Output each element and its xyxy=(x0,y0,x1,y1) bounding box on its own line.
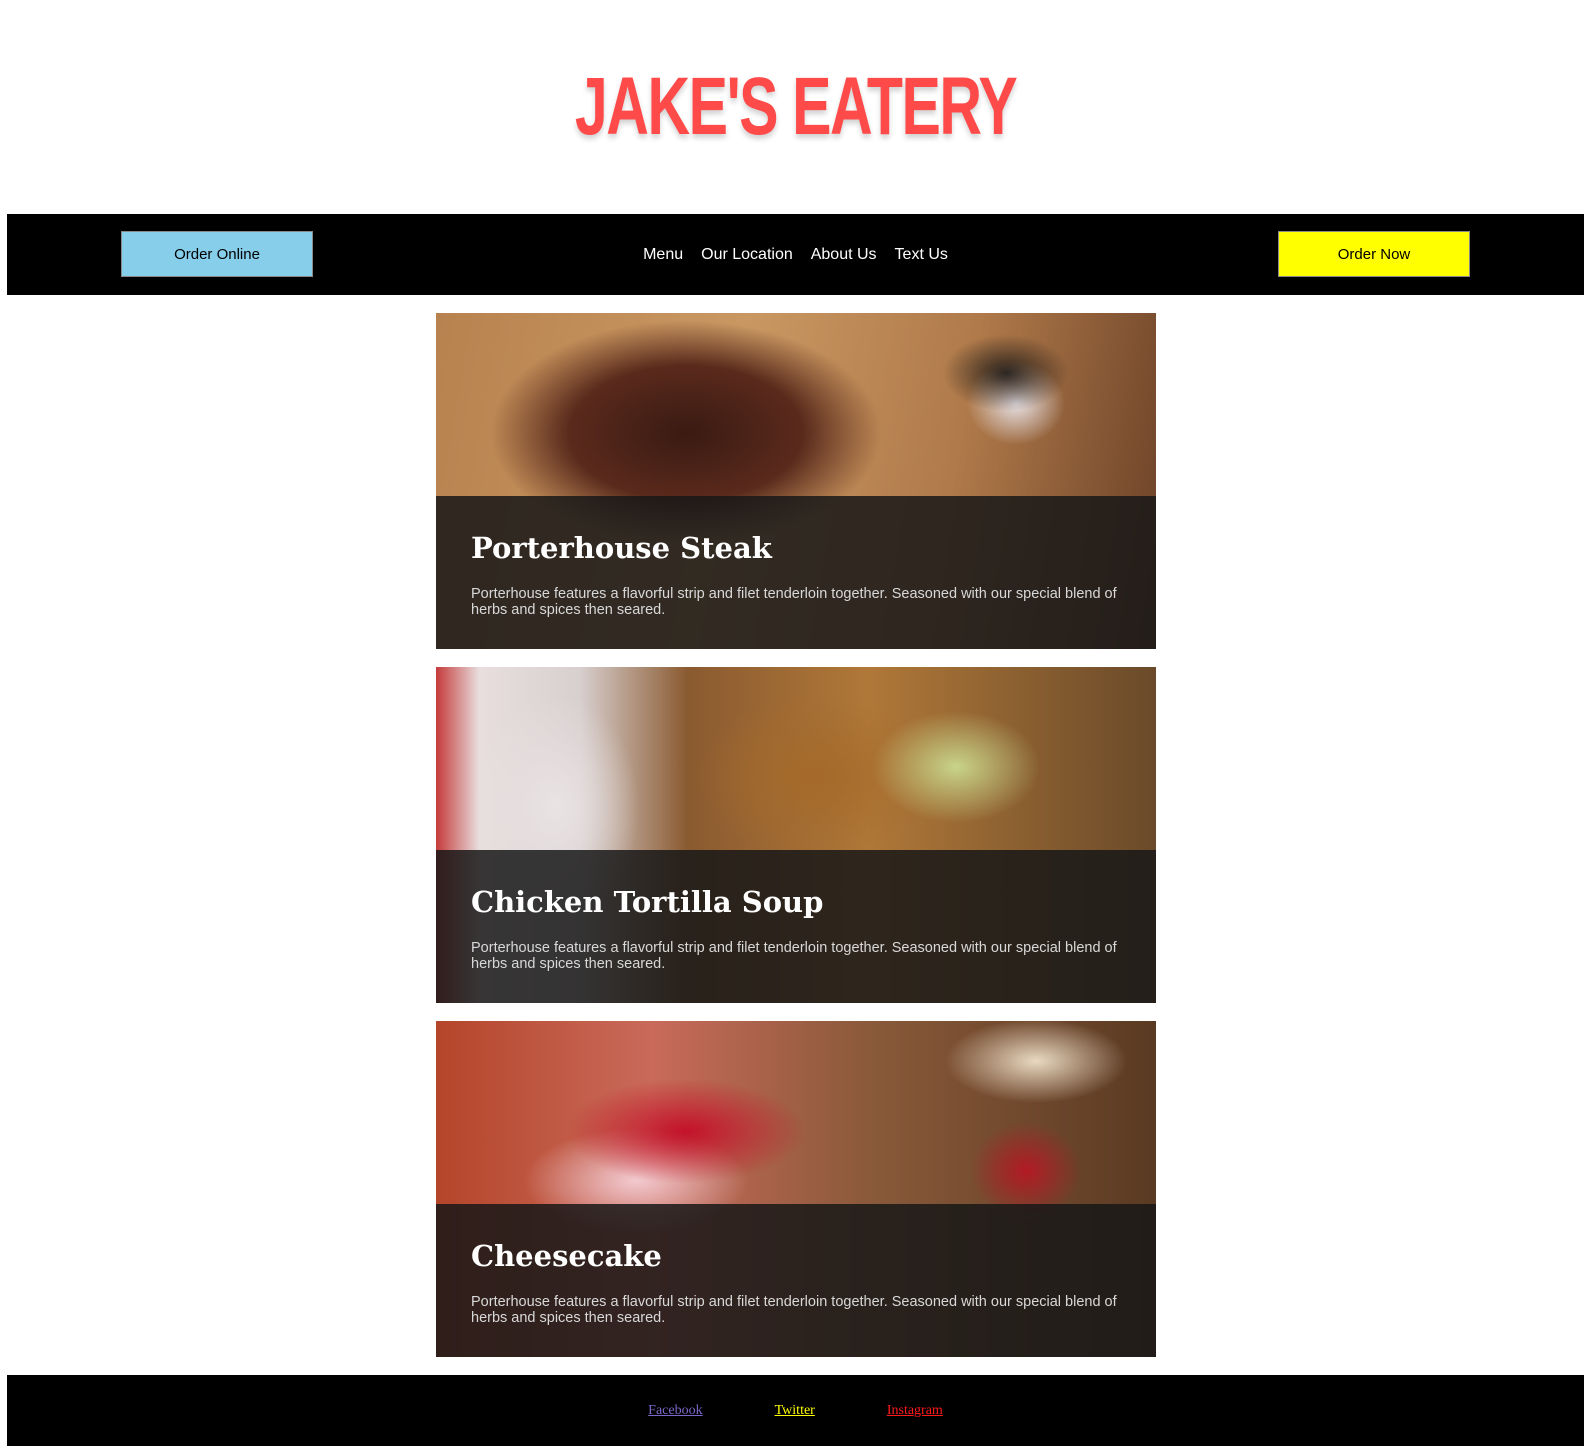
card-caption: Porterhouse Steak Porterhouse features a… xyxy=(436,496,1156,649)
card-description: Porterhouse features a flavorful strip a… xyxy=(471,940,1117,972)
footer-link-facebook[interactable]: Facebook xyxy=(648,1403,702,1419)
nav-link-our-location[interactable]: Our Location xyxy=(701,246,793,264)
footer-link-twitter[interactable]: Twitter xyxy=(775,1403,815,1419)
card-title: Cheesecake xyxy=(471,1239,662,1273)
site-footer: Facebook Twitter Instagram xyxy=(7,1375,1584,1446)
footer-link-instagram[interactable]: Instagram xyxy=(887,1403,943,1419)
site-logo: Jake's Eatery xyxy=(574,61,1018,152)
card-title: Chicken Tortilla Soup xyxy=(471,885,824,919)
nav-link-text-us[interactable]: Text Us xyxy=(895,246,948,264)
menu-card-porterhouse-steak: Porterhouse Steak Porterhouse features a… xyxy=(436,313,1156,649)
menu-card-chicken-tortilla-soup: Chicken Tortilla Soup Porterhouse featur… xyxy=(436,667,1156,1003)
card-caption: Chicken Tortilla Soup Porterhouse featur… xyxy=(436,850,1156,1003)
nav-link-menu[interactable]: Menu xyxy=(643,246,683,264)
order-now-button[interactable]: Order Now xyxy=(1278,231,1470,277)
card-title: Porterhouse Steak xyxy=(471,531,772,565)
menu-card-cheesecake: Cheesecake Porterhouse features a flavor… xyxy=(436,1021,1156,1357)
nav-link-about-us[interactable]: About Us xyxy=(811,246,877,264)
site-header: Jake's Eatery xyxy=(0,60,1591,154)
card-description: Porterhouse features a flavorful strip a… xyxy=(471,1294,1117,1326)
navbar: Order Online Menu Our Location About Us … xyxy=(7,214,1584,295)
card-caption: Cheesecake Porterhouse features a flavor… xyxy=(436,1204,1156,1357)
card-description: Porterhouse features a flavorful strip a… xyxy=(471,586,1117,618)
